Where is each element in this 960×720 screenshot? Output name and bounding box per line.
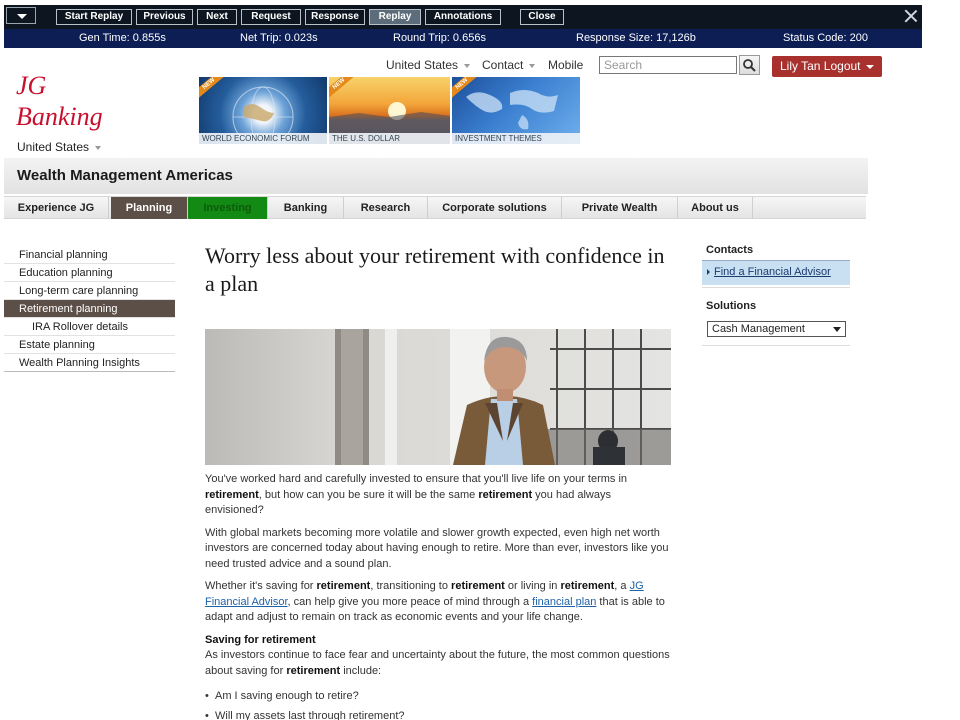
nav-banking[interactable]: Banking bbox=[268, 197, 344, 219]
chevron-down-icon bbox=[464, 63, 471, 68]
leftnav-long-term-care-planning[interactable]: Long-term care planning bbox=[4, 282, 175, 300]
contacts-heading: Contacts bbox=[706, 244, 754, 256]
logout-button[interactable]: Lily Tan Logout bbox=[772, 56, 882, 77]
banner-world-economic-forum[interactable]: NEW WORLD ECONOMIC FORUM bbox=[199, 77, 328, 144]
advisor-photo bbox=[205, 329, 671, 465]
search-input[interactable] bbox=[599, 56, 737, 74]
next-button[interactable]: Next bbox=[197, 9, 237, 25]
replay-status-bar: Gen Time: 0.855s Net Trip: 0.023s Round … bbox=[4, 29, 922, 48]
hero-image bbox=[205, 329, 671, 465]
country-selector[interactable]: United States bbox=[17, 140, 102, 154]
toolbar-menu-dropdown[interactable] bbox=[6, 7, 36, 24]
question-list: Am I saving enough to retire? Will my as… bbox=[205, 689, 671, 720]
response-button[interactable]: Response bbox=[305, 9, 365, 25]
nav-planning[interactable]: Planning bbox=[111, 197, 188, 219]
paragraph-2: With global markets becoming more volati… bbox=[205, 526, 669, 570]
nav-experience-jg[interactable]: Experience JG bbox=[4, 197, 109, 219]
banner-caption: THE U.S. DOLLAR bbox=[329, 133, 450, 144]
article-body: You've worked hard and carefully investe… bbox=[205, 472, 671, 720]
bold-text: retirement bbox=[478, 488, 533, 501]
leftnav-retirement-planning[interactable]: Retirement planning bbox=[4, 300, 175, 318]
leftnav-ira-rollover-details[interactable]: IRA Rollover details bbox=[4, 318, 175, 336]
saving-heading: Saving for retirement bbox=[205, 633, 316, 646]
chevron-down-icon bbox=[95, 145, 102, 150]
solutions-heading: Solutions bbox=[706, 300, 757, 312]
text: As investors continue to face fear and u… bbox=[205, 649, 670, 677]
banner-caption: WORLD ECONOMIC FORUM bbox=[199, 133, 327, 144]
bold-text: retirement bbox=[451, 580, 505, 592]
util-link-mobile[interactable]: Mobile bbox=[548, 58, 583, 72]
text: , transitioning to bbox=[370, 580, 452, 592]
nav-corporate-solutions[interactable]: Corporate solutions bbox=[428, 197, 562, 219]
section-header: Wealth Management Americas bbox=[4, 158, 868, 194]
page-headline: Worry less about your retirement with co… bbox=[205, 243, 665, 296]
banner-investment-themes[interactable]: NEW INVESTMENT THEMES bbox=[452, 77, 581, 144]
chevron-down-icon bbox=[529, 63, 536, 68]
request-button[interactable]: Request bbox=[241, 9, 301, 25]
response-size: Response Size: 17,126b bbox=[576, 32, 696, 44]
paragraph-1: You've worked hard and carefully investe… bbox=[205, 472, 671, 519]
country-label: United States bbox=[17, 140, 90, 154]
close-button[interactable]: Close bbox=[520, 9, 564, 25]
nav-investing[interactable]: Investing bbox=[188, 197, 268, 219]
list-item: Am I saving enough to retire? bbox=[205, 689, 671, 705]
divider bbox=[702, 287, 850, 288]
status-code: Status Code: 200 bbox=[783, 32, 869, 44]
find-advisor-link[interactable]: Find a Financial Advisor bbox=[714, 266, 831, 278]
paragraph-4: As investors continue to face fear and u… bbox=[205, 648, 671, 679]
list-item: Will my assets last through retirement? bbox=[205, 709, 671, 720]
util-link-contact[interactable]: Contact bbox=[482, 58, 536, 72]
chevron-down-icon bbox=[865, 64, 874, 69]
gen-time: Gen Time: 0.855s bbox=[79, 32, 166, 44]
close-icon[interactable] bbox=[903, 8, 919, 24]
leftnav-estate-planning[interactable]: Estate planning bbox=[4, 336, 175, 354]
logo-line-2: Banking bbox=[16, 102, 103, 131]
util-link-united-states[interactable]: United States bbox=[386, 58, 471, 72]
start-replay-button[interactable]: Start Replay bbox=[56, 9, 132, 25]
text: , can help give you more peace of mind t… bbox=[287, 595, 533, 608]
section-title: Wealth Management Americas bbox=[17, 167, 233, 184]
bold-text: retirement bbox=[286, 664, 341, 677]
leftnav-education-planning[interactable]: Education planning bbox=[4, 264, 175, 282]
nav-research[interactable]: Research bbox=[344, 197, 428, 219]
logo-line-1: JG bbox=[16, 71, 47, 100]
banner-caption: INVESTMENT THEMES bbox=[452, 133, 580, 144]
logout-label: Lily Tan Logout bbox=[780, 59, 861, 73]
solutions-selected-value: Cash Management bbox=[712, 323, 805, 335]
paragraph-3: Whether it's saving for retirement, tran… bbox=[205, 579, 671, 626]
replay-toolbar: Start Replay Previous Next Request Respo… bbox=[4, 5, 922, 29]
replay-button[interactable]: Replay bbox=[369, 9, 421, 25]
left-nav: Financial planning Education planning Lo… bbox=[4, 246, 175, 372]
text: , a bbox=[614, 580, 630, 592]
nav-private-wealth[interactable]: Private Wealth bbox=[562, 197, 678, 219]
bold-text: retirement bbox=[560, 580, 615, 592]
text: , but how can you be sure it will be the… bbox=[258, 488, 479, 501]
util-link-label: Contact bbox=[482, 58, 524, 72]
bold-text: retirement bbox=[205, 488, 259, 501]
previous-button[interactable]: Previous bbox=[136, 9, 193, 25]
solutions-select[interactable]: Cash Management bbox=[707, 321, 846, 337]
contacts-box: Find a Financial Advisor bbox=[702, 260, 850, 285]
text: You've worked hard and carefully investe… bbox=[205, 473, 628, 485]
net-trip: Net Trip: 0.023s bbox=[240, 32, 318, 44]
annotations-button[interactable]: Annotations bbox=[425, 9, 501, 25]
bold-text: retirement bbox=[316, 580, 371, 592]
financial-plan-link[interactable]: financial plan bbox=[532, 596, 596, 608]
search-button[interactable] bbox=[739, 55, 760, 75]
chevron-down-icon bbox=[833, 327, 841, 332]
text: or living in bbox=[504, 580, 561, 592]
round-trip: Round Trip: 0.656s bbox=[393, 32, 486, 44]
nav-about-us[interactable]: About us bbox=[678, 197, 753, 219]
leftnav-wealth-planning-insights[interactable]: Wealth Planning Insights bbox=[4, 354, 175, 372]
arrow-right-icon bbox=[707, 269, 710, 275]
jg-banking-logo[interactable]: JG Banking bbox=[16, 70, 103, 132]
search-icon bbox=[743, 59, 756, 72]
text: Whether it's saving for bbox=[205, 580, 317, 592]
leftnav-financial-planning[interactable]: Financial planning bbox=[4, 246, 175, 264]
main-nav: Experience JG Planning Investing Banking… bbox=[4, 196, 866, 219]
divider bbox=[702, 345, 850, 346]
banner-us-dollar[interactable]: NEW THE U.S. DOLLAR bbox=[329, 77, 451, 144]
util-link-label: United States bbox=[386, 58, 459, 72]
text: include: bbox=[340, 664, 382, 677]
